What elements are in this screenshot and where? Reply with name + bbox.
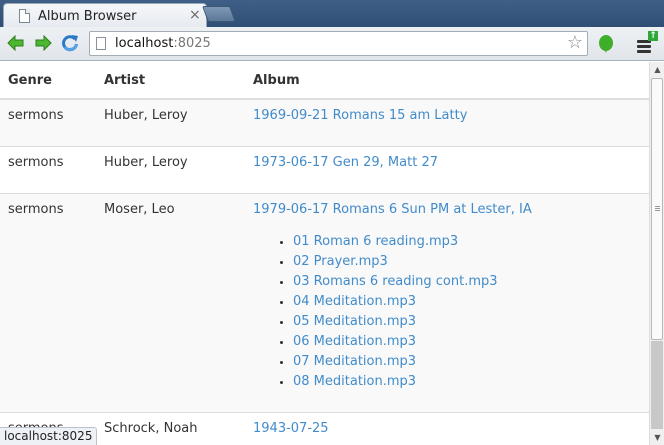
track-link[interactable]: 02 Prayer.mp3	[293, 254, 388, 269]
new-tab-button[interactable]	[202, 6, 236, 22]
artist-cell: Schrock, Noah	[96, 411, 245, 445]
scrollbar-track[interactable]	[651, 341, 663, 429]
reload-icon	[62, 35, 78, 52]
genre-cell: sermons	[0, 98, 96, 146]
address-bar[interactable]: localhost:8025 ☆	[89, 31, 588, 56]
track-link[interactable]: 05 Meditation.mp3	[293, 314, 416, 329]
album-cell: 1969-09-21 Romans 15 am Latty	[245, 98, 649, 146]
track-link[interactable]: 04 Meditation.mp3	[293, 294, 416, 309]
track-link[interactable]: 08 Meditation.mp3	[293, 374, 416, 389]
table-header-row: Genre Artist Album	[0, 62, 649, 100]
artist-cell: Moser, Leo	[96, 192, 245, 412]
album-table: Genre Artist Album sermons Huber, Leroy …	[0, 62, 649, 445]
scroll-down-icon[interactable]: ▼	[652, 432, 663, 443]
table-row: sermons Huber, Leroy 1973-06-17 Gen 29, …	[0, 145, 649, 193]
reload-button[interactable]	[58, 31, 82, 55]
list-item: 03 Romans 6 reading cont.mp3	[293, 272, 641, 292]
scrollbar-thumb[interactable]	[651, 78, 663, 340]
album-link[interactable]: 1969-09-21 Romans 15 am Latty	[253, 108, 467, 123]
genre-cell: sermons	[0, 192, 96, 412]
forward-button[interactable]	[31, 31, 55, 55]
tab-album-browser[interactable]: Album Browser ×	[3, 3, 207, 28]
update-arrow-icon: ↑	[648, 31, 658, 41]
table-row: sermons Huber, Leroy 1969-09-21 Romans 1…	[0, 98, 649, 146]
list-item: 04 Meditation.mp3	[293, 292, 641, 312]
column-header-genre: Genre	[0, 62, 96, 100]
list-item: 02 Prayer.mp3	[293, 252, 641, 272]
genre-cell: sermons	[0, 145, 96, 193]
page-icon	[19, 9, 30, 23]
arrow-left-icon	[7, 35, 24, 51]
list-item: 08 Meditation.mp3	[293, 372, 641, 392]
scroll-up-icon[interactable]: ▲	[652, 64, 663, 75]
back-button[interactable]	[4, 31, 28, 55]
artist-cell: Huber, Leroy	[96, 98, 245, 146]
album-cell: 1973-06-17 Gen 29, Matt 27	[245, 145, 649, 193]
page-content: Genre Artist Album sermons Huber, Leroy …	[0, 62, 649, 445]
table-row: sermons Schrock, Noah 1943-07-25	[0, 411, 649, 445]
album-cell: 1979-06-17 Romans 6 Sun PM at Lester, IA…	[245, 192, 649, 412]
column-header-artist: Artist	[96, 62, 245, 100]
list-item: 06 Meditation.mp3	[293, 332, 641, 352]
menu-button[interactable]: ↑	[633, 31, 659, 57]
url-port: :8025	[173, 36, 211, 51]
column-header-album: Album	[245, 62, 649, 100]
evernote-icon	[599, 35, 613, 53]
track-link[interactable]: 03 Romans 6 reading cont.mp3	[293, 274, 498, 289]
track-link[interactable]: 06 Meditation.mp3	[293, 334, 416, 349]
status-bubble: localhost:8025	[0, 427, 98, 445]
list-item: 07 Meditation.mp3	[293, 352, 641, 372]
track-link[interactable]: 01 Roman 6 reading.mp3	[293, 234, 458, 249]
album-link[interactable]: 1979-06-17 Romans 6 Sun PM at Lester, IA	[253, 202, 532, 217]
list-item: 01 Roman 6 reading.mp3	[293, 232, 641, 252]
artist-cell: Huber, Leroy	[96, 145, 245, 193]
url-host: localhost	[115, 36, 174, 51]
tab-title: Album Browser	[38, 9, 137, 24]
album-link[interactable]: 1973-06-17 Gen 29, Matt 27	[253, 155, 438, 170]
close-tab-icon[interactable]: ×	[189, 7, 201, 23]
toolbar: localhost:8025 ☆ ↑	[0, 27, 664, 61]
table-row: sermons Moser, Leo 1979-06-17 Romans 6 S…	[0, 192, 649, 412]
tab-strip: Album Browser ×	[0, 0, 664, 28]
arrow-right-icon	[35, 35, 52, 51]
album-cell: 1943-07-25	[245, 411, 649, 445]
url-text[interactable]: localhost:8025	[115, 36, 211, 51]
page-icon	[96, 37, 106, 50]
list-item: 05 Meditation.mp3	[293, 312, 641, 332]
star-icon[interactable]: ☆	[567, 33, 583, 53]
evernote-extension-button[interactable]	[597, 34, 615, 54]
album-link[interactable]: 1943-07-25	[253, 421, 329, 436]
track-list: 01 Roman 6 reading.mp3 02 Prayer.mp3 03 …	[253, 232, 641, 392]
track-link[interactable]: 07 Meditation.mp3	[293, 354, 416, 369]
vertical-scrollbar[interactable]: ▲ ▼	[649, 62, 664, 445]
